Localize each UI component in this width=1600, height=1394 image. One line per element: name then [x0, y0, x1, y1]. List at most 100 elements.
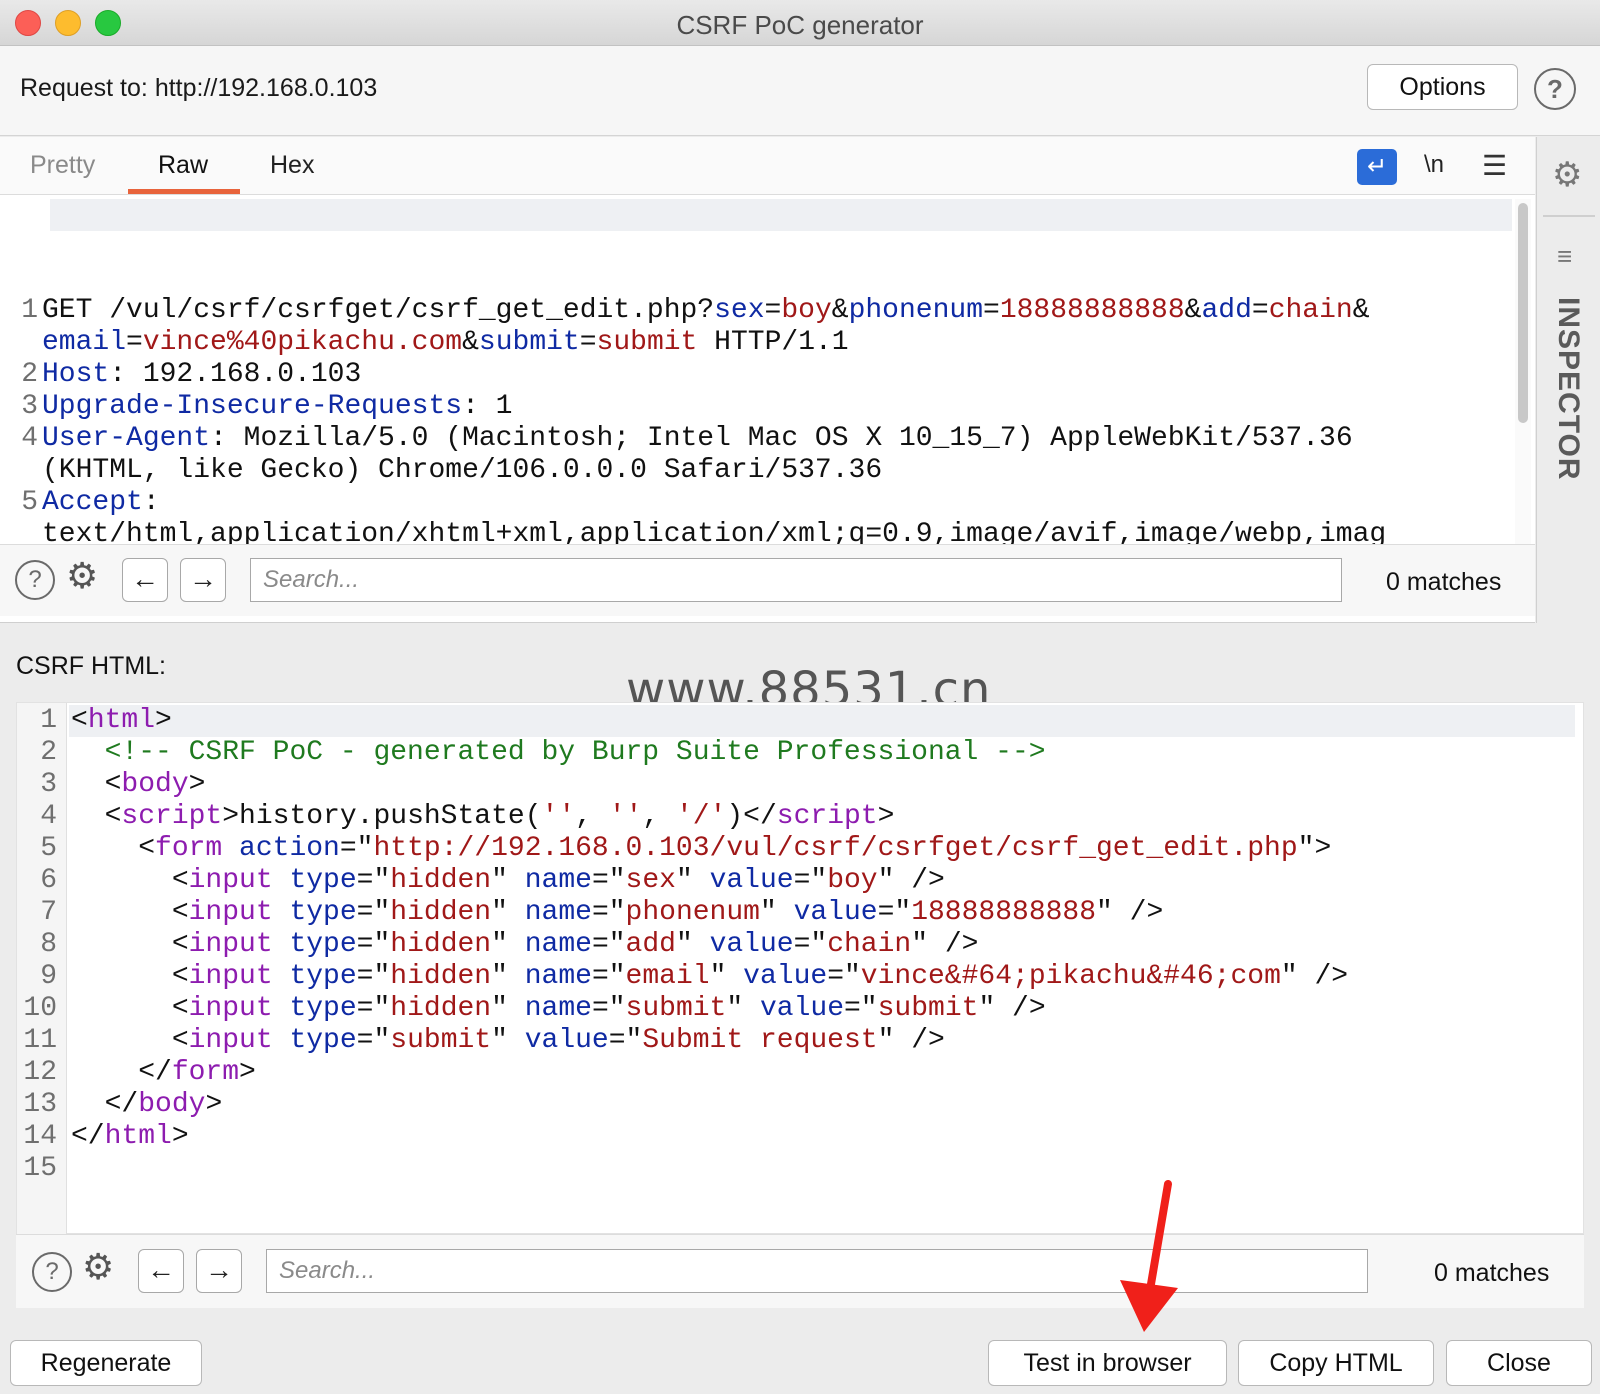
request-scrollbar[interactable]: [1515, 199, 1531, 545]
csrf-search-bar: ? ⚙ ← → Search... 0 matches: [16, 1234, 1584, 1308]
tab-raw[interactable]: Raw: [158, 151, 208, 180]
search-help-icon[interactable]: ?: [15, 560, 55, 600]
code-token: html: [87, 705, 156, 736]
code-token: type: [289, 929, 357, 960]
code-token: submit: [390, 1025, 492, 1056]
code-token: >: [188, 769, 206, 800]
line-number: 6: [40, 865, 57, 896]
dialog-buttons: Regenerate Test in browser Copy HTML Clo…: [0, 1308, 1600, 1394]
inspector-gear-icon[interactable]: ⚙: [1552, 155, 1582, 195]
help-icon[interactable]: ?: [1534, 68, 1576, 110]
gear-icon[interactable]: ⚙: [66, 555, 98, 597]
code-line: (KHTML, like Gecko) Chrome/106.0.0.0 Saf…: [0, 455, 1515, 487]
code-token: type: [289, 993, 357, 1024]
code-token: :: [142, 487, 160, 518]
code-token: input: [188, 961, 273, 992]
code-token: submit: [596, 327, 698, 358]
code-line: 2 <!-- CSRF PoC - generated by Burp Suit…: [17, 737, 1577, 769]
scrollbar-thumb[interactable]: [1518, 203, 1528, 423]
code-token: <: [71, 993, 189, 1024]
code-token: name: [524, 929, 592, 960]
csrf-search-input[interactable]: Search...: [266, 1249, 1368, 1293]
code-token: ,: [642, 801, 676, 832]
annotation-arrow-icon: [1120, 1180, 1178, 1332]
show-newlines-button[interactable]: \n: [1424, 151, 1444, 179]
copy-html-button[interactable]: Copy HTML: [1238, 1340, 1434, 1386]
line-number: 3: [21, 391, 38, 422]
test-in-browser-button[interactable]: Test in browser: [988, 1340, 1227, 1386]
code-token: =": [591, 993, 626, 1024]
code-token: <: [71, 865, 189, 896]
code-token: <!-- CSRF PoC - generated by Burp Suite …: [104, 737, 1046, 768]
code-token: body: [121, 769, 189, 800]
code-token: =": [877, 897, 912, 928]
code-token: script: [121, 801, 223, 832]
close-button[interactable]: Close: [1446, 1340, 1592, 1386]
menu-icon[interactable]: ☰: [1482, 149, 1507, 182]
inspector-tab[interactable]: INSPECTOR: [1551, 297, 1585, 480]
options-button[interactable]: Options: [1367, 64, 1518, 110]
search-previous-button[interactable]: ←: [122, 558, 168, 602]
code-line: 3 Upgrade-Insecure-Requests: 1: [0, 391, 1515, 423]
code-token: name: [524, 865, 592, 896]
code-token: type: [289, 961, 357, 992]
search-previous-button[interactable]: ←: [138, 1249, 184, 1293]
line-number: 13: [23, 1089, 57, 1120]
line-number: 1: [21, 295, 38, 326]
code-token: ": [491, 1025, 525, 1056]
code-token: &: [1184, 295, 1202, 326]
code-token: =": [356, 929, 391, 960]
code-line: 6 <input type="hidden" name="sex" value=…: [17, 865, 1577, 897]
code-token: >: [171, 1121, 189, 1152]
line-number: 14: [23, 1121, 57, 1152]
inspector-lines-icon[interactable]: ≡: [1557, 241, 1572, 272]
code-token: value: [759, 993, 844, 1024]
code-line: 2 Host: 192.168.0.103: [0, 359, 1515, 391]
code-token: input: [188, 929, 273, 960]
code-line: email=vince%40pikachu.com&submit=submit …: [0, 327, 1515, 359]
code-token: =": [844, 993, 878, 1024]
csrf-html-editor[interactable]: 1 <html> 2 <!-- CSRF PoC - generated by Bu…: [16, 702, 1584, 1235]
word-wrap-icon[interactable]: ↵: [1357, 149, 1397, 185]
code-token: =": [356, 865, 391, 896]
code-line: 13 </body>: [17, 1089, 1577, 1121]
search-next-button[interactable]: →: [196, 1249, 242, 1293]
code-token: =": [608, 1025, 643, 1056]
code-token: >: [877, 801, 895, 832]
code-token: submit: [478, 327, 580, 358]
code-line: 10 <input type="hidden" name="submit" va…: [17, 993, 1577, 1025]
csrf-code: 1 <html> 2 <!-- CSRF PoC - generated by Bu…: [17, 705, 1577, 1185]
code-line: 8 <input type="hidden" name="add" value=…: [17, 929, 1577, 961]
code-token: ": [726, 993, 760, 1024]
view-tabs: Pretty Raw Hex ↵ \n ☰: [0, 137, 1535, 195]
code-token: &: [831, 295, 849, 326]
code-token: : Mozilla/5.0 (Macintosh; Intel Mac OS X…: [210, 423, 1353, 454]
code-token: name: [524, 961, 592, 992]
code-token: body: [138, 1089, 206, 1120]
code-token: <: [71, 897, 189, 928]
regenerate-button[interactable]: Regenerate: [10, 1340, 202, 1386]
code-token: =: [579, 327, 597, 358]
code-token: >: [205, 1089, 223, 1120]
code-token: hidden: [390, 865, 492, 896]
line-number: 5: [40, 833, 57, 864]
tab-pretty[interactable]: Pretty: [30, 151, 95, 180]
code-token: =": [356, 961, 391, 992]
line-number: 9: [40, 961, 57, 992]
search-next-button[interactable]: →: [180, 558, 226, 602]
gear-icon[interactable]: ⚙: [82, 1246, 114, 1288]
code-token: name: [524, 897, 592, 928]
request-code[interactable]: 1 GET /vul/csrf/csrfget/csrf_get_edit.php…: [0, 199, 1515, 545]
code-token: =": [793, 929, 828, 960]
code-line: 4 <script>history.pushState('', '', '/')…: [17, 801, 1577, 833]
request-search-input[interactable]: Search...: [250, 558, 1342, 602]
code-token: form: [171, 1057, 240, 1088]
code-token: add: [1201, 295, 1252, 326]
search-help-icon[interactable]: ?: [32, 1252, 72, 1292]
title-bar: CSRF PoC generator: [0, 0, 1600, 46]
tab-hex[interactable]: Hex: [270, 151, 314, 180]
code-token: ": [491, 961, 525, 992]
request-url: http://192.168.0.103: [154, 74, 378, 102]
code-token: input: [188, 865, 273, 896]
